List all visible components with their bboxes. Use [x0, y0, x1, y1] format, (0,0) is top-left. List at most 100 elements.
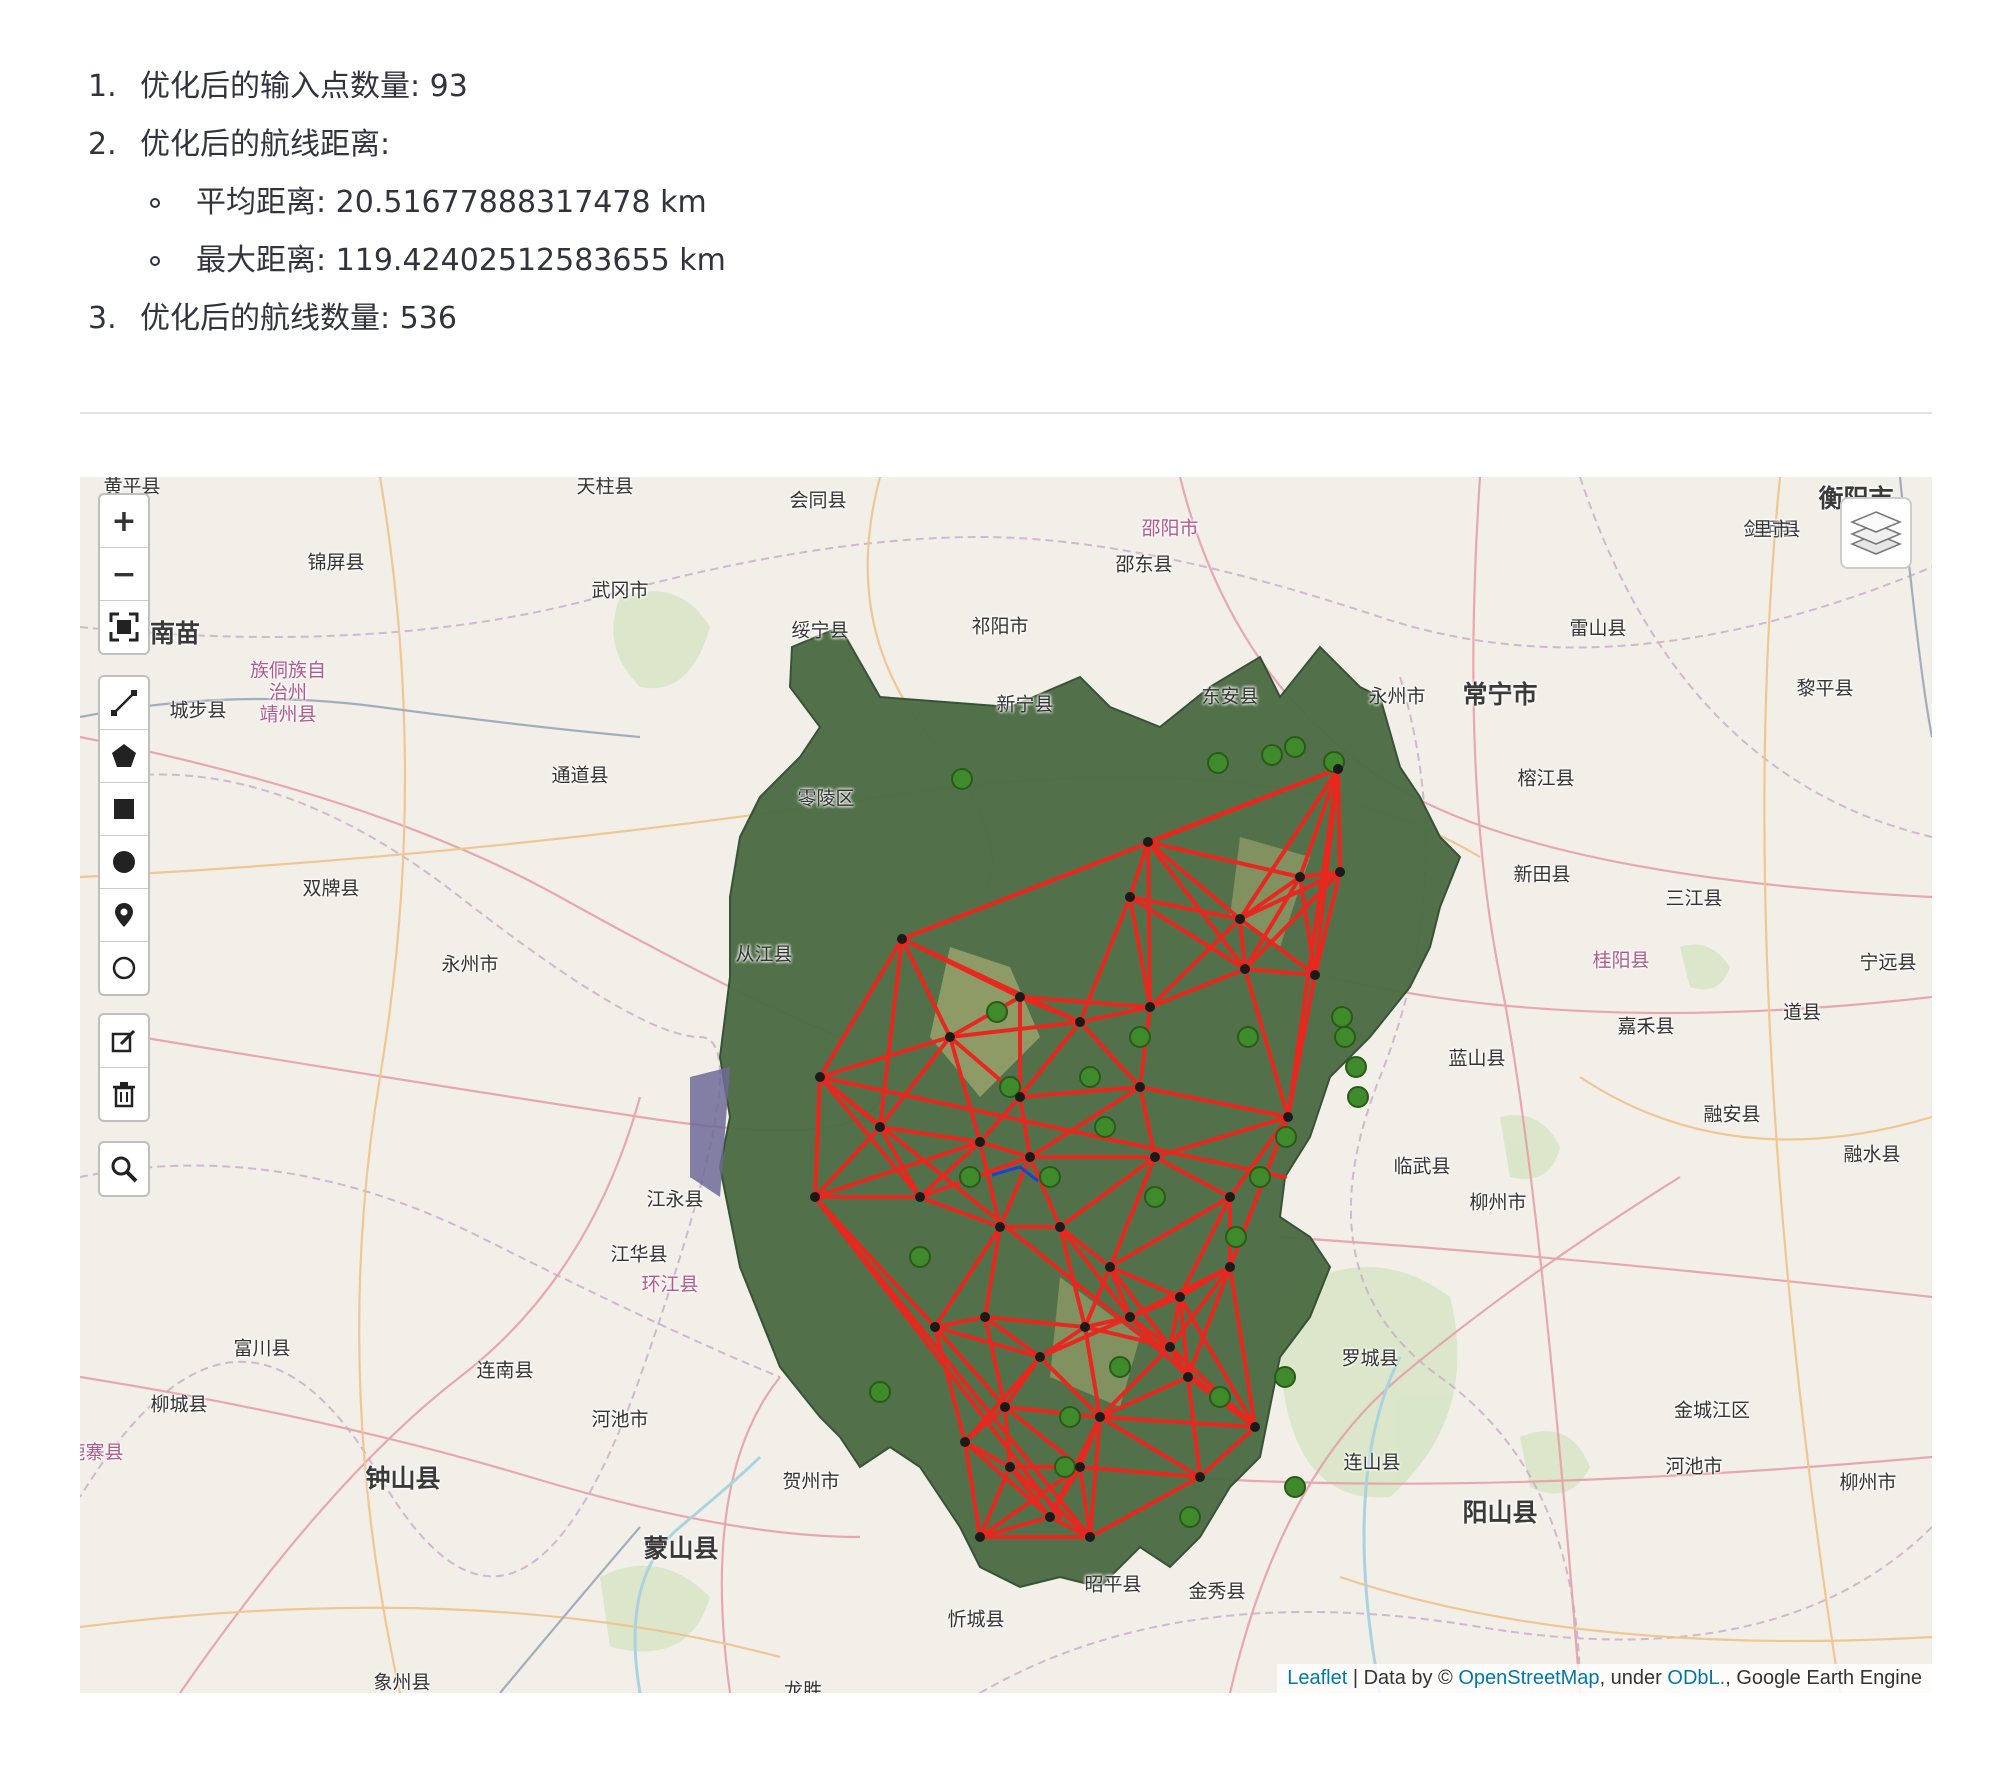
route-node[interactable]	[1295, 872, 1305, 882]
site-marker[interactable]	[1129, 1026, 1151, 1048]
edit-layers-button[interactable]	[100, 1015, 148, 1068]
route-node[interactable]	[1135, 1082, 1145, 1092]
site-marker[interactable]	[1274, 1366, 1296, 1388]
site-marker[interactable]	[1284, 1476, 1306, 1498]
place-label: 河池市	[1665, 1455, 1723, 1478]
layers-control-button[interactable]	[1840, 497, 1912, 569]
route-node[interactable]	[1095, 1412, 1105, 1422]
place-label: 蒙山县	[643, 1534, 719, 1563]
route-node[interactable]	[1085, 1532, 1095, 1542]
route-node[interactable]	[975, 1532, 985, 1542]
route-node[interactable]	[1025, 1152, 1035, 1162]
site-marker[interactable]	[1237, 1026, 1259, 1048]
site-marker[interactable]	[1261, 744, 1283, 766]
fullscreen-button[interactable]	[100, 601, 148, 653]
site-marker[interactable]	[1275, 1126, 1297, 1148]
draw-polygon-button[interactable]	[100, 730, 148, 783]
route-node[interactable]	[1145, 1002, 1155, 1012]
route-node[interactable]	[1015, 992, 1025, 1002]
site-marker[interactable]	[1144, 1186, 1166, 1208]
route-node[interactable]	[980, 1312, 990, 1322]
route-node[interactable]	[1250, 1422, 1260, 1432]
route-node[interactable]	[1225, 1262, 1235, 1272]
route-node[interactable]	[1035, 1352, 1045, 1362]
route-node[interactable]	[1310, 970, 1320, 980]
route-node[interactable]	[1075, 1017, 1085, 1027]
route-node[interactable]	[1105, 1262, 1115, 1272]
draw-circle-button[interactable]	[100, 836, 148, 889]
site-marker[interactable]	[1079, 1066, 1101, 1088]
route-node[interactable]	[897, 934, 907, 944]
route-node[interactable]	[1195, 1472, 1205, 1482]
site-marker[interactable]	[1109, 1356, 1131, 1378]
route-node[interactable]	[975, 1137, 985, 1147]
route-node[interactable]	[995, 1222, 1005, 1232]
route-node[interactable]	[1183, 1372, 1193, 1382]
site-marker[interactable]	[1094, 1116, 1116, 1138]
route-node[interactable]	[1125, 1312, 1135, 1322]
site-marker[interactable]	[1059, 1406, 1081, 1428]
route-node[interactable]	[1075, 1462, 1085, 1472]
route-node[interactable]	[1000, 1402, 1010, 1412]
site-marker[interactable]	[1334, 1026, 1356, 1048]
site-marker[interactable]	[951, 768, 973, 790]
route-node[interactable]	[1125, 892, 1135, 902]
site-marker[interactable]	[1039, 1166, 1061, 1188]
site-marker[interactable]	[959, 1166, 981, 1188]
route-node[interactable]	[1150, 1152, 1160, 1162]
route-node[interactable]	[1055, 1222, 1065, 1232]
site-marker[interactable]	[1331, 1006, 1353, 1028]
route-node[interactable]	[1335, 867, 1345, 877]
site-marker[interactable]	[1225, 1226, 1247, 1248]
route-node[interactable]	[1283, 1112, 1293, 1122]
draw-rectangle-button[interactable]	[100, 783, 148, 836]
route-node[interactable]	[1225, 1192, 1235, 1202]
route-node[interactable]	[1165, 1342, 1175, 1352]
route-node[interactable]	[1005, 1462, 1015, 1472]
zoom-in-button[interactable]: +	[100, 495, 148, 548]
polygon-icon	[112, 744, 136, 767]
route-node[interactable]	[960, 1437, 970, 1447]
place-label: 融水县	[1843, 1143, 1901, 1166]
site-marker[interactable]	[909, 1246, 931, 1268]
route-node[interactable]	[945, 1032, 955, 1042]
route-node[interactable]	[1240, 964, 1250, 974]
odbl-link[interactable]: ODbL.	[1667, 1667, 1725, 1689]
site-marker[interactable]	[1249, 1166, 1271, 1188]
attribution-text: | Data by ©	[1347, 1667, 1459, 1689]
place-label: 三江县	[1665, 887, 1723, 910]
summary-item-distance: 2. 优化后的航线距离:	[80, 116, 1930, 174]
route-node[interactable]	[915, 1192, 925, 1202]
site-marker[interactable]	[1209, 1386, 1231, 1408]
zoom-out-button[interactable]: −	[100, 548, 148, 601]
draw-circlemarker-button[interactable]	[100, 942, 148, 994]
route-node[interactable]	[1080, 1322, 1090, 1332]
route-node[interactable]	[1333, 764, 1343, 774]
route-node[interactable]	[810, 1192, 820, 1202]
route-node[interactable]	[815, 1072, 825, 1082]
openstreetmap-link[interactable]: OpenStreetMap	[1458, 1667, 1599, 1689]
route-node[interactable]	[1045, 1512, 1055, 1522]
site-marker[interactable]	[1207, 752, 1229, 774]
site-marker[interactable]	[1179, 1506, 1201, 1528]
leaflet-link[interactable]: Leaflet	[1287, 1667, 1347, 1689]
leaflet-map[interactable]: 黄平县天柱县会同县邵阳市衡阳市剑河县锦屏县武冈市邵东县里市黔东南苗族侗族自治州靖…	[80, 477, 1932, 1693]
site-marker[interactable]	[986, 1001, 1008, 1023]
place-label: 金秀县	[1188, 1580, 1246, 1603]
search-button[interactable]	[100, 1143, 148, 1195]
draw-polyline-button[interactable]	[100, 677, 148, 730]
site-marker[interactable]	[869, 1381, 891, 1403]
route-node[interactable]	[930, 1322, 940, 1332]
site-marker[interactable]	[1347, 1086, 1369, 1108]
site-marker[interactable]	[1345, 1056, 1367, 1078]
route-node[interactable]	[875, 1122, 885, 1132]
delete-layers-button[interactable]	[100, 1068, 148, 1120]
route-node[interactable]	[1175, 1292, 1185, 1302]
polyline-icon	[111, 690, 137, 716]
site-marker[interactable]	[1284, 736, 1306, 758]
draw-marker-button[interactable]	[100, 889, 148, 942]
route-node[interactable]	[1143, 837, 1153, 847]
route-node[interactable]	[1235, 914, 1245, 924]
site-marker[interactable]	[1054, 1456, 1076, 1478]
route-node[interactable]	[1015, 1092, 1025, 1102]
